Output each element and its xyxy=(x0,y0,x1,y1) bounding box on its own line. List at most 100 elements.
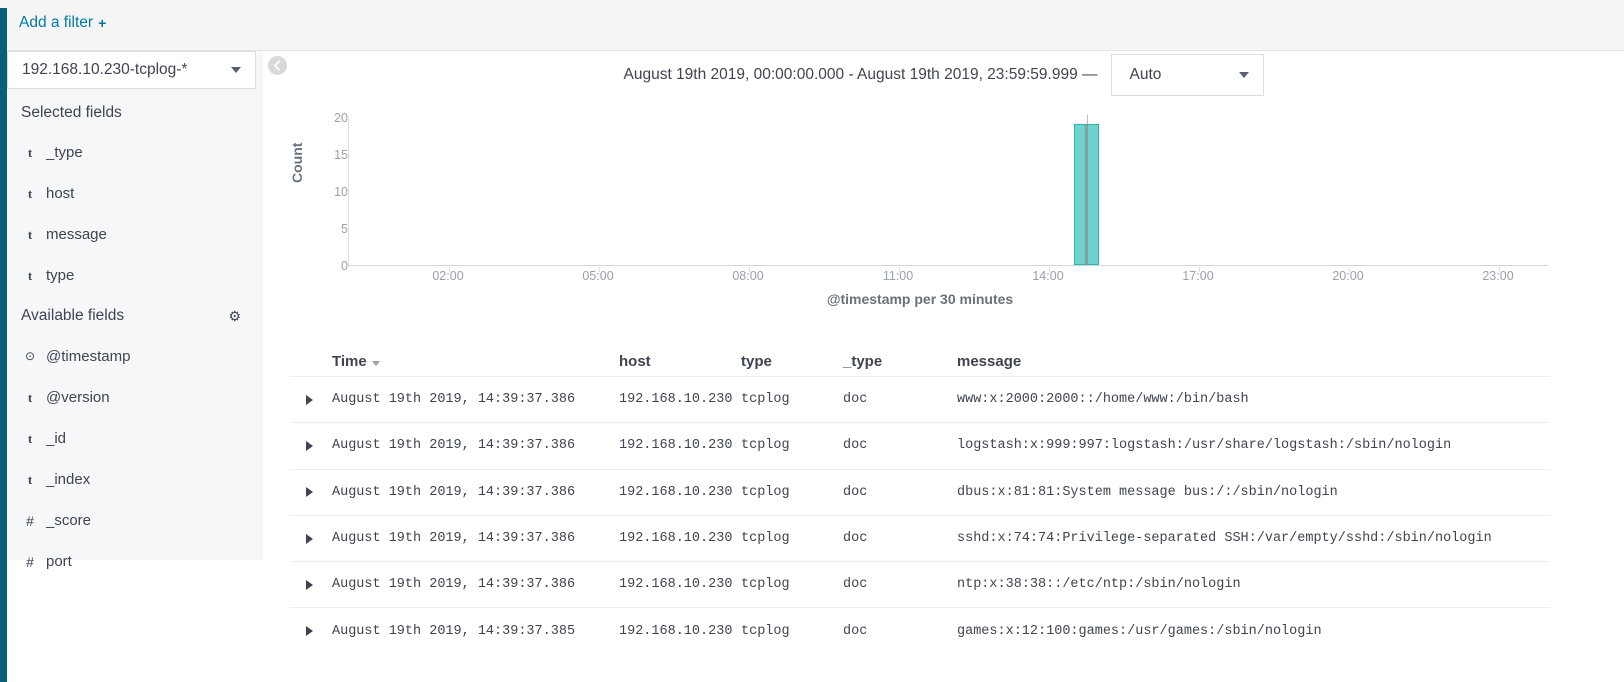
index-pattern-value: 192.168.10.230-tcplog-* xyxy=(22,61,188,78)
histogram-chart: Count 05101520 @timestamp per 30 minutes… xyxy=(289,105,1550,320)
column-header-host[interactable]: host xyxy=(619,353,741,370)
bar-error-cap xyxy=(1086,115,1088,125)
cell-host: 192.168.10.230 xyxy=(619,531,733,547)
expand-row-cell xyxy=(290,579,332,590)
expand-row-icon[interactable] xyxy=(306,626,313,637)
plus-icon: + xyxy=(98,15,107,31)
chart-plot-area[interactable] xyxy=(345,115,1548,272)
field-name: @version xyxy=(46,389,110,406)
bar-center-line xyxy=(1085,124,1088,265)
interval-select[interactable]: Auto xyxy=(1110,54,1264,96)
field-name: _index xyxy=(46,471,91,488)
cell-host: 192.168.10.230 xyxy=(619,392,733,408)
table-row[interactable]: August 19th 2019, 14:39:37.385 192.168.10… xyxy=(290,607,1550,653)
cell-host: 192.168.10.230 xyxy=(619,623,733,639)
field-name: @timestamp xyxy=(46,348,131,365)
string-type-icon: t xyxy=(27,389,33,405)
string-type-icon: t xyxy=(27,144,33,160)
field-item-score[interactable]: # _score xyxy=(7,500,263,541)
expand-row-icon[interactable] xyxy=(306,533,313,544)
selected-fields-label: Selected fields xyxy=(21,104,122,121)
expand-row-cell xyxy=(290,626,332,637)
number-type-icon: # xyxy=(26,553,34,570)
index-pattern-select[interactable]: 192.168.10.230-tcplog-* xyxy=(7,51,256,89)
cell-message: sshd:x:74:74:Privilege-separated SSH:/va… xyxy=(957,531,1492,547)
y-tick-label: 20 xyxy=(334,111,348,125)
filter-bar: Add a filter + xyxy=(7,0,1624,51)
expand-row-icon[interactable] xyxy=(306,440,313,451)
field-item-type[interactable]: t _type xyxy=(7,132,263,173)
field-item-version[interactable]: t @version xyxy=(7,377,263,418)
cell-type: tcplog xyxy=(741,392,790,408)
table-header-row: Time host type _type message xyxy=(290,344,1550,376)
add-filter-label: Add a filter xyxy=(19,14,94,31)
x-tick-label: 17:00 xyxy=(1182,269,1214,283)
field-item-id[interactable]: t _id xyxy=(7,418,263,459)
y-tick-label: 10 xyxy=(334,185,348,199)
chevron-down-icon xyxy=(1238,72,1249,78)
expand-row-icon[interactable] xyxy=(306,487,313,498)
cell-time: August 19th 2019, 14:39:37.386 xyxy=(332,484,576,500)
field-name: _id xyxy=(46,430,67,447)
field-item-message[interactable]: t message xyxy=(7,214,263,255)
expand-row-icon[interactable] xyxy=(306,394,313,405)
y-tick-label: 0 xyxy=(314,259,348,273)
table-body: August 19th 2019, 14:39:37.386 192.168.10… xyxy=(290,376,1550,654)
table-row[interactable]: August 19th 2019, 14:39:37.386 192.168.10… xyxy=(290,422,1550,468)
add-filter-button[interactable]: Add a filter + xyxy=(19,14,106,32)
cell-message: ntp:x:38:38::/etc/ntp:/sbin/nologin xyxy=(957,577,1241,593)
y-tick-label: 15 xyxy=(334,148,348,162)
field-item-timestamp[interactable]: ⊙ @timestamp xyxy=(7,336,263,377)
cell-type: doc xyxy=(843,531,868,547)
selected-fields-heading: Selected fields xyxy=(7,94,263,132)
gear-icon[interactable]: ⚙ xyxy=(228,308,241,325)
expand-row-cell xyxy=(290,394,332,405)
cell-time: August 19th 2019, 14:39:37.386 xyxy=(332,392,576,408)
field-item-port[interactable]: # port xyxy=(7,541,263,582)
string-type-icon: t xyxy=(27,471,33,487)
table-row[interactable]: August 19th 2019, 14:39:37.386 192.168.10… xyxy=(290,514,1550,561)
cell-type: doc xyxy=(843,438,868,454)
x-tick-label: 20:00 xyxy=(1332,269,1364,283)
string-type-icon: t xyxy=(27,185,33,201)
cell-time: August 19th 2019, 14:39:37.385 xyxy=(332,623,576,639)
table-row[interactable]: August 19th 2019, 14:39:37.386 192.168.10… xyxy=(290,561,1550,607)
column-header-type[interactable]: type xyxy=(741,353,843,370)
x-tick-label: 08:00 xyxy=(732,269,764,283)
y-tick-mark xyxy=(345,266,349,267)
cell-type: doc xyxy=(843,484,868,500)
time-range-bar: August 19th 2019, 00:00:00.000 - August … xyxy=(263,51,1624,99)
field-item-index[interactable]: t _index xyxy=(7,459,263,500)
x-tick-label: 02:00 xyxy=(432,269,464,283)
column-header-_type[interactable]: _type xyxy=(843,353,957,370)
expand-row-cell xyxy=(290,533,332,544)
y-tick-label: 5 xyxy=(314,222,348,236)
field-name: host xyxy=(46,185,75,202)
cell-type: tcplog xyxy=(741,531,790,547)
cell-type: doc xyxy=(843,623,868,639)
available-fields-heading: Available fields ⚙ xyxy=(7,296,263,336)
field-item-host[interactable]: t host xyxy=(7,173,263,214)
expand-row-icon[interactable] xyxy=(306,579,313,590)
cell-message: www:x:2000:2000::/home/www:/bin/bash xyxy=(957,392,1249,408)
column-header-time[interactable]: Time xyxy=(332,353,619,370)
field-name: port xyxy=(46,553,72,570)
column-header-message[interactable]: message xyxy=(957,353,1550,370)
sort-desc-icon[interactable] xyxy=(371,360,380,366)
clock-icon: ⊙ xyxy=(24,349,36,363)
table-row[interactable]: August 19th 2019, 14:39:37.386 192.168.10… xyxy=(290,468,1550,515)
field-name: _type xyxy=(46,144,83,161)
cell-message: dbus:x:81:81:System message bus:/:/sbin/… xyxy=(957,484,1338,500)
field-sidebar: Selected fields t _type t host t message t type… xyxy=(7,51,263,570)
string-type-icon: t xyxy=(27,430,33,446)
cell-message: logstash:x:999:997:logstash:/usr/share/l… xyxy=(957,438,1452,454)
x-axis-title: @timestamp per 30 minutes xyxy=(826,291,1014,307)
cell-host: 192.168.10.230 xyxy=(619,484,733,500)
y-tick-mark xyxy=(345,229,349,230)
string-type-icon: t xyxy=(27,226,33,242)
interval-value: Auto xyxy=(1129,66,1162,83)
field-name: message xyxy=(46,226,107,243)
y-tick-mark xyxy=(345,118,349,119)
table-row[interactable]: August 19th 2019, 14:39:37.386 192.168.10… xyxy=(290,376,1550,422)
field-item-type[interactable]: t type xyxy=(7,255,263,296)
